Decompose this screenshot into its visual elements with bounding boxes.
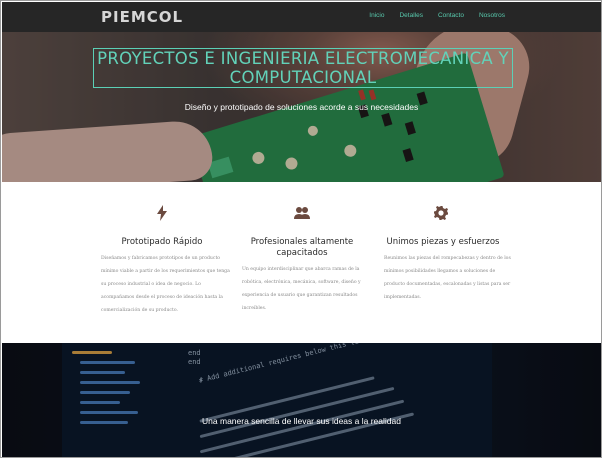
hero-subtitle: Diseño y prototipado de soluciones acord…: [184, 102, 419, 112]
feature-description: Un equipo interdisciplinar que abarca ra…: [242, 267, 361, 311]
top-navbar: PIEMCOL Inicio Detalles Contacto Nosotro…: [2, 2, 601, 32]
nav-link-nosotros[interactable]: Nosotros: [479, 12, 505, 19]
gear-icon: [432, 204, 450, 222]
feature-description: Diseñamos y fabricamos prototipos de un …: [101, 256, 230, 313]
hero-title: PROYECTOS E INGENIERIA ELECTROMECANICA Y…: [97, 49, 509, 87]
nav-link-inicio[interactable]: Inicio: [369, 12, 384, 19]
feature-description: Reunimos las piezas del rompecabezas y d…: [384, 256, 511, 300]
browser-viewport: PIEMCOL Inicio Detalles Contacto Nosotro…: [0, 0, 602, 458]
feature-title: Profesionales altamente capacitados: [250, 237, 354, 258]
hero-section: PROYECTOS E INGENIERIA ELECTROMECANICA Y…: [2, 32, 601, 182]
nav-link-contacto[interactable]: Contacto: [438, 12, 464, 19]
nav-links: Inicio Detalles Contacto Nosotros: [354, 12, 505, 19]
feature-title: Unimos piezas y esfuerzos: [386, 237, 500, 247]
feature-title: Prototipado Rápido: [121, 237, 203, 247]
features-section: Prototipado Rápido Diseñamos y fabricamo…: [2, 182, 601, 343]
site-logo[interactable]: PIEMCOL: [101, 8, 183, 26]
banner-tagline: Una manera sencilla de llevar sus ideas …: [202, 416, 401, 426]
bottom-banner: end end # Add additional requires below …: [2, 343, 601, 457]
lightning-bolt-icon: [153, 204, 171, 222]
people-icon: [293, 204, 311, 222]
banner-overlay: [2, 343, 601, 457]
nav-link-detalles[interactable]: Detalles: [399, 12, 422, 19]
